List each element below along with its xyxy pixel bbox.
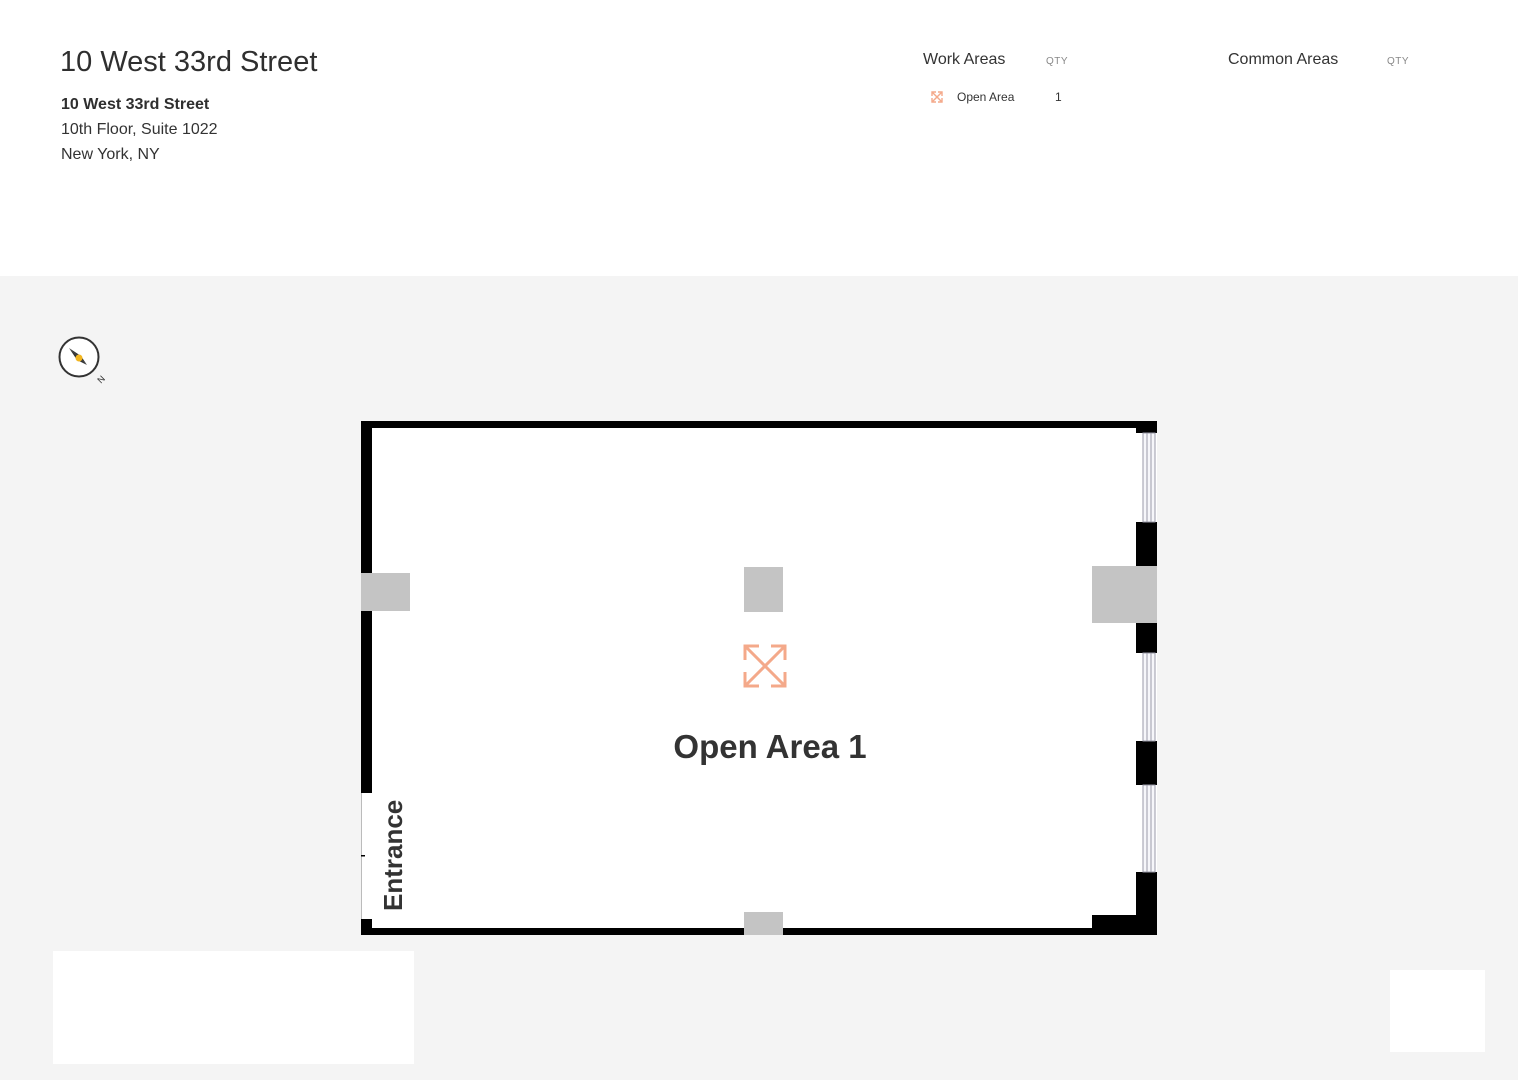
entrance-marker	[361, 855, 365, 857]
column	[361, 573, 410, 611]
wall-right-segment	[1136, 623, 1157, 653]
wall-right-top	[1136, 421, 1157, 433]
wall-corner	[1092, 915, 1157, 935]
wall-top	[361, 421, 1157, 428]
bottom-right-panel	[1390, 970, 1485, 1052]
wall-right-segment	[1136, 522, 1157, 566]
window	[1142, 432, 1156, 523]
window	[1142, 652, 1156, 742]
wall-right-segment	[1136, 741, 1157, 785]
column	[744, 912, 783, 935]
floor-plan	[361, 421, 1157, 935]
bottom-left-panel	[53, 951, 414, 1064]
room-floor[interactable]	[361, 421, 1157, 935]
room-label: Open Area 1	[673, 728, 867, 765]
column	[744, 567, 783, 612]
window	[1142, 784, 1156, 873]
entrance-label: Entrance	[378, 799, 408, 911]
column	[1092, 566, 1157, 623]
